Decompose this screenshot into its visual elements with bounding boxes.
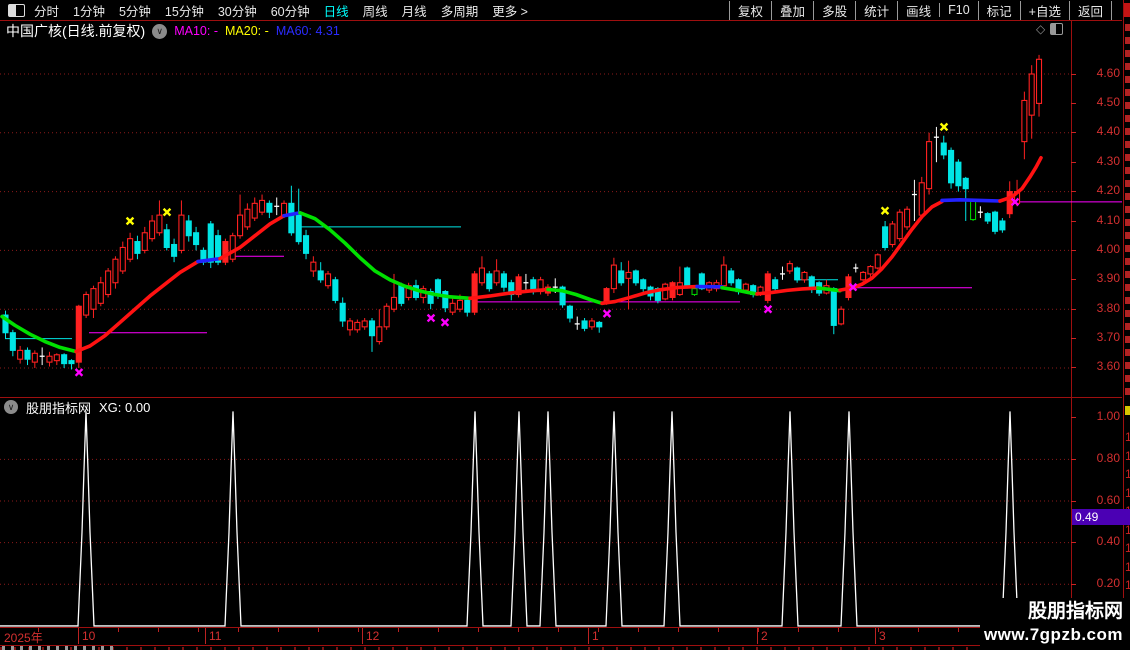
minor-tick [38,628,39,632]
minor-tick [438,628,439,632]
minor-tick [838,628,839,632]
watermark: 股朋指标网 www.7gpzb.com [980,598,1130,650]
minor-tick [198,628,199,632]
toolbar-item-fenshi[interactable]: 分时 [34,1,59,20]
ma20-legend: MA20: - [225,24,269,38]
chart-corner-icons: ◇ [1036,22,1064,36]
minor-tick [278,628,279,632]
toolbar-item-zixuan[interactable]: +自选 [1019,0,1069,20]
period-menu: 分时 1分钟 5分钟 15分钟 30分钟 60分钟 日线 周线 月线 多周期 更多 > [34,0,528,20]
month-label: 11 [209,629,222,643]
clipped-digit: 1 [1125,465,1130,484]
minor-tick [798,628,799,632]
toolbar-item-15min[interactable]: 15分钟 [165,1,204,20]
toolbar-item-1min[interactable]: 1分钟 [73,1,105,20]
indicator-axis-label: 0.80 [1096,451,1120,465]
chevron-down-icon[interactable] [152,23,168,39]
indicator-axis-label: 0.40 [1096,534,1120,548]
clipped-bottom-row [0,646,1122,650]
toolbar-item-fuquan[interactable]: 复权 [729,0,771,20]
toolbar-item-multi-period[interactable]: 多周期 [441,1,479,20]
toolbar-item-60min[interactable]: 60分钟 [271,1,310,20]
minor-tick [518,628,519,632]
indicator-axis-label: 0.20 [1096,576,1120,590]
minor-tick [678,628,679,632]
toolbar-item-5min[interactable]: 5分钟 [119,1,151,20]
toolbar-item-diejia[interactable]: 叠加 [771,0,813,20]
scrollbar-stub [1124,3,1130,17]
minor-tick [718,628,719,632]
toolbar-item-30min[interactable]: 30分钟 [218,1,257,20]
toolbar-item-monthly[interactable]: 月线 [402,1,427,20]
month-label: 1 [592,629,599,643]
month-tick [205,628,206,644]
year-label: 2025年 [4,631,43,645]
minor-tick [918,628,919,632]
month-tick [757,628,758,644]
clipped-glyph-fragments [1125,24,1130,396]
minor-tick [958,628,959,632]
month-label: 12 [366,629,380,643]
chart-header: 中国广核(日线.前复权) MA10: - MA20: - MA60: 4.31 [6,23,340,39]
month-label: 10 [82,629,96,643]
toolbar-item-daily[interactable]: 日线 [324,1,349,20]
minor-tick [358,628,359,632]
toolbar-item-fanhui[interactable]: 返回 [1068,0,1112,20]
indicator-value: XG: 0.00 [99,399,151,415]
clipped-text-fragments [2,646,115,650]
indicator-axis-label: 1.00 [1096,409,1120,423]
month-label: 2 [761,629,768,643]
clipped-yellow-fragment [1125,406,1130,415]
clipped-digit: 1 [1125,558,1130,577]
minor-tick [638,628,639,632]
clipped-digit: 1 [1125,428,1130,447]
trading-terminal-window: 分时 1分钟 5分钟 15分钟 30分钟 60分钟 日线 周线 月线 多周期 更多 > 复权 叠加 多股… [0,0,1130,650]
time-axis: 2025年 10 11 12 1 2 3 [0,628,1122,645]
period-toolbar: 分时 1分钟 5分钟 15分钟 30分钟 60分钟 日线 周线 月线 多周期 更多 > 复权 叠加 多股… [0,0,1122,20]
indicator-chart-canvas[interactable] [0,398,1071,627]
watermark-site-name: 股朋指标网 [1027,601,1123,622]
split-pane-icon[interactable] [1050,23,1064,35]
indicator-header: 股朋指标网 XG: 0.00 [4,399,151,416]
clipped-digit: 1 [1125,484,1130,503]
minor-tick [478,628,479,632]
ma10-legend: MA10: - [174,24,219,38]
clipped-digit: 1 [1125,576,1130,595]
ma60-legend: MA60: 4.31 [275,24,340,38]
window-layout-icon[interactable] [8,4,25,17]
minor-tick [558,628,559,632]
watermark-url: www.7gpzb.com [983,625,1123,644]
minor-tick [398,628,399,632]
minor-tick [318,628,319,632]
month-tick [78,628,79,644]
stock-title: 中国广核(日线.前复权) [6,23,146,39]
indicator-axis-label: 0.60 [1096,493,1120,507]
toolbar-item-more[interactable]: 更多 > [492,1,528,20]
toolbar-item-duogu[interactable]: 多股 [813,0,855,20]
minor-tick [238,628,239,632]
month-tick [588,628,589,644]
clipped-digit: 1 [1125,539,1130,558]
diamond-icon[interactable]: ◇ [1036,22,1045,36]
month-label: 3 [879,629,886,643]
minor-tick [118,628,119,632]
month-tick [362,628,363,644]
month-tick [875,628,876,644]
main-chart-canvas[interactable] [0,21,1122,397]
current-value-tag: 0.49 [1072,509,1130,525]
toolbar-item-biaoji[interactable]: 标记 [977,0,1020,20]
indicator-name: 股朋指标网 [26,400,92,416]
toolbar-item-f10[interactable]: F10 [939,3,978,17]
toolbar-item-huaxian[interactable]: 画线 [897,0,939,20]
minor-tick [758,628,759,632]
toolbar-item-weekly[interactable]: 周线 [363,1,388,20]
collapsed-side-panel[interactable]: 11111111111 [1123,0,1130,650]
tools-menu: 复权 叠加 多股 统计 画线 F10 标记 +自选 返回 [729,0,1112,20]
chevron-down-icon[interactable] [4,400,18,414]
minor-tick [158,628,159,632]
toolbar-item-tongji[interactable]: 统计 [855,0,897,20]
clipped-digit: 1 [1125,447,1130,466]
